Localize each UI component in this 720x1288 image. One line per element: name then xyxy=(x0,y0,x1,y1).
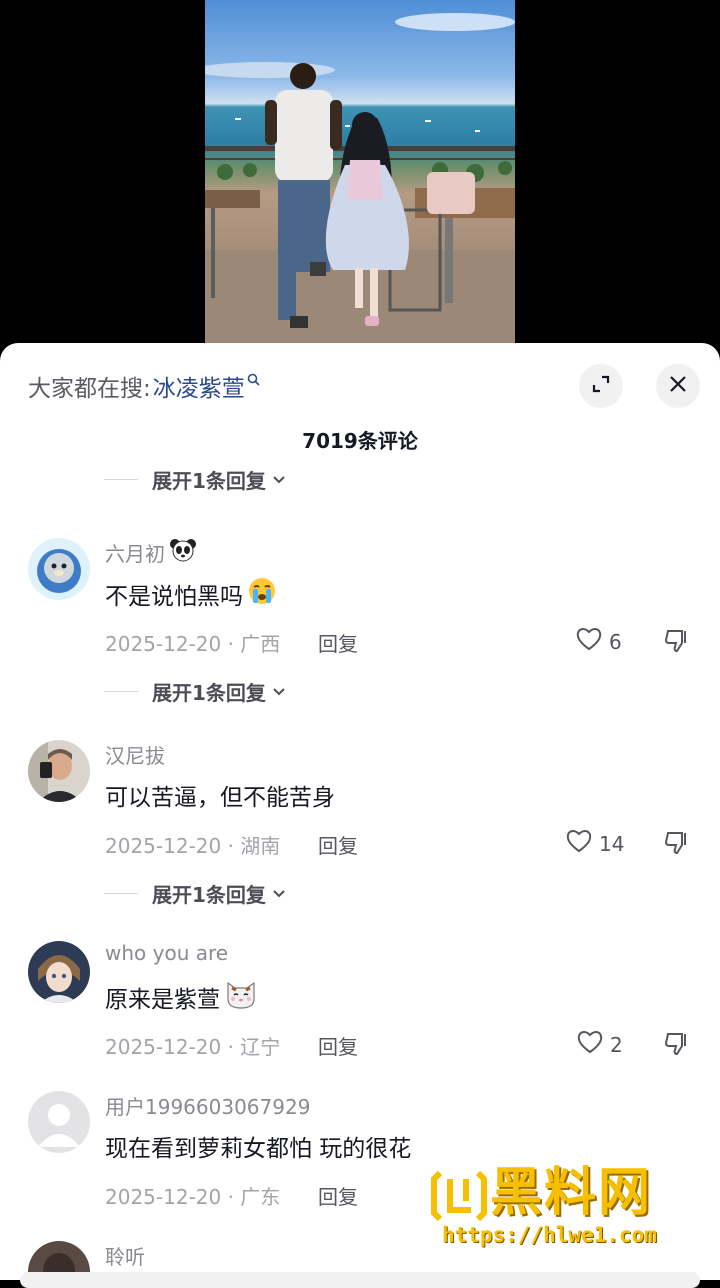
comment-text: 原来是紫萱 xyxy=(105,987,220,1013)
comment-meta: 2025-12-20 · 广东 xyxy=(105,1185,281,1209)
like-count: 2 xyxy=(610,1032,623,1057)
comment-username[interactable]: 六月初 xyxy=(105,538,165,567)
avatar[interactable] xyxy=(28,538,90,600)
heart-icon xyxy=(576,1029,604,1060)
trending-search[interactable]: 大家都在搜: 冰凌紫萱 xyxy=(28,369,260,403)
chevron-down-icon xyxy=(272,682,286,701)
comment-username[interactable]: who you are xyxy=(105,941,228,965)
reply-button[interactable]: 回复 xyxy=(318,1031,358,1060)
dislike-button[interactable] xyxy=(664,830,690,860)
reply-button[interactable]: 回复 xyxy=(318,628,358,657)
reply-button[interactable]: 回复 xyxy=(318,830,358,859)
expand-button[interactable] xyxy=(579,364,623,408)
expand-replies-row[interactable]: 展开1条回复 xyxy=(104,677,286,706)
expand-replies-label: 展开1条回复 xyxy=(152,681,266,705)
comment-count-title: 7019条评论 xyxy=(302,429,418,453)
divider xyxy=(104,691,138,692)
video-player[interactable] xyxy=(0,0,720,360)
divider xyxy=(104,893,138,894)
avatar[interactable] xyxy=(28,941,90,1003)
expand-icon xyxy=(591,374,611,398)
expand-replies-label: 展开1条回复 xyxy=(152,883,266,907)
watermark-logo-icon xyxy=(430,1167,488,1229)
watermark: 黑料网 https://hlwe1.com xyxy=(430,1163,700,1253)
like-button[interactable]: 2 xyxy=(576,1029,623,1060)
heart-icon xyxy=(565,828,593,859)
comment-meta: 2025-12-20 · 辽宁 xyxy=(105,1035,281,1059)
like-count: 14 xyxy=(599,831,625,856)
comment-username[interactable]: 聆听 xyxy=(105,1241,145,1270)
comment-username[interactable]: 汉尼拔 xyxy=(105,740,165,769)
expand-replies-label: 展开1条回复 xyxy=(152,469,266,491)
thumbs-down-icon xyxy=(664,630,690,658)
comment-username[interactable]: 用户1996603067929 xyxy=(105,1091,310,1120)
close-button[interactable] xyxy=(656,364,700,408)
like-count: 6 xyxy=(609,629,622,654)
avatar[interactable] xyxy=(28,740,90,802)
cat-face-emoji-icon xyxy=(224,979,258,1015)
chevron-down-icon xyxy=(272,470,286,489)
like-button[interactable]: 14 xyxy=(565,828,624,859)
expand-replies-row[interactable]: 展开1条回复 xyxy=(104,879,286,908)
comment-text: 可以苦逼，但不能苦身 xyxy=(105,785,335,811)
like-button[interactable]: 6 xyxy=(575,626,622,657)
comment-sheet: 大家都在搜: 冰凌紫萱 7019条评论 展开1条回复 六月初 不是说怕黑吗 20… xyxy=(0,343,720,1280)
crying-face-emoji-icon xyxy=(247,576,277,612)
comment-meta: 2025-12-20 · 湖南 xyxy=(105,834,281,858)
avatar-default[interactable] xyxy=(28,1091,90,1153)
heart-icon xyxy=(575,626,603,657)
search-icon xyxy=(247,366,260,392)
dislike-button[interactable] xyxy=(664,628,690,658)
divider xyxy=(104,479,138,480)
dislike-button[interactable] xyxy=(664,1031,690,1061)
thumbs-down-icon xyxy=(664,832,690,860)
thumbs-down-icon xyxy=(664,1033,690,1061)
video-frame[interactable] xyxy=(205,0,515,345)
panda-emoji-icon xyxy=(169,538,197,567)
expand-replies-row-partial[interactable]: 展开1条回复 xyxy=(104,469,404,491)
trending-search-term[interactable]: 冰凌紫萱 xyxy=(153,369,245,403)
chevron-down-icon xyxy=(272,884,286,903)
comment-text: 不是说怕黑吗 xyxy=(105,584,243,610)
watermark-url: https://hlwe1.com xyxy=(442,1223,657,1247)
watermark-title: 黑料网 xyxy=(490,1163,653,1223)
comment-text: 现在看到萝莉女都怕 玩的很花 xyxy=(105,1136,412,1162)
comment-meta: 2025-12-20 · 广西 xyxy=(105,632,281,656)
reply-button[interactable]: 回复 xyxy=(318,1181,358,1210)
comment-input-bar[interactable] xyxy=(20,1272,700,1288)
trending-search-prefix: 大家都在搜: xyxy=(28,376,151,402)
close-icon xyxy=(668,374,688,398)
